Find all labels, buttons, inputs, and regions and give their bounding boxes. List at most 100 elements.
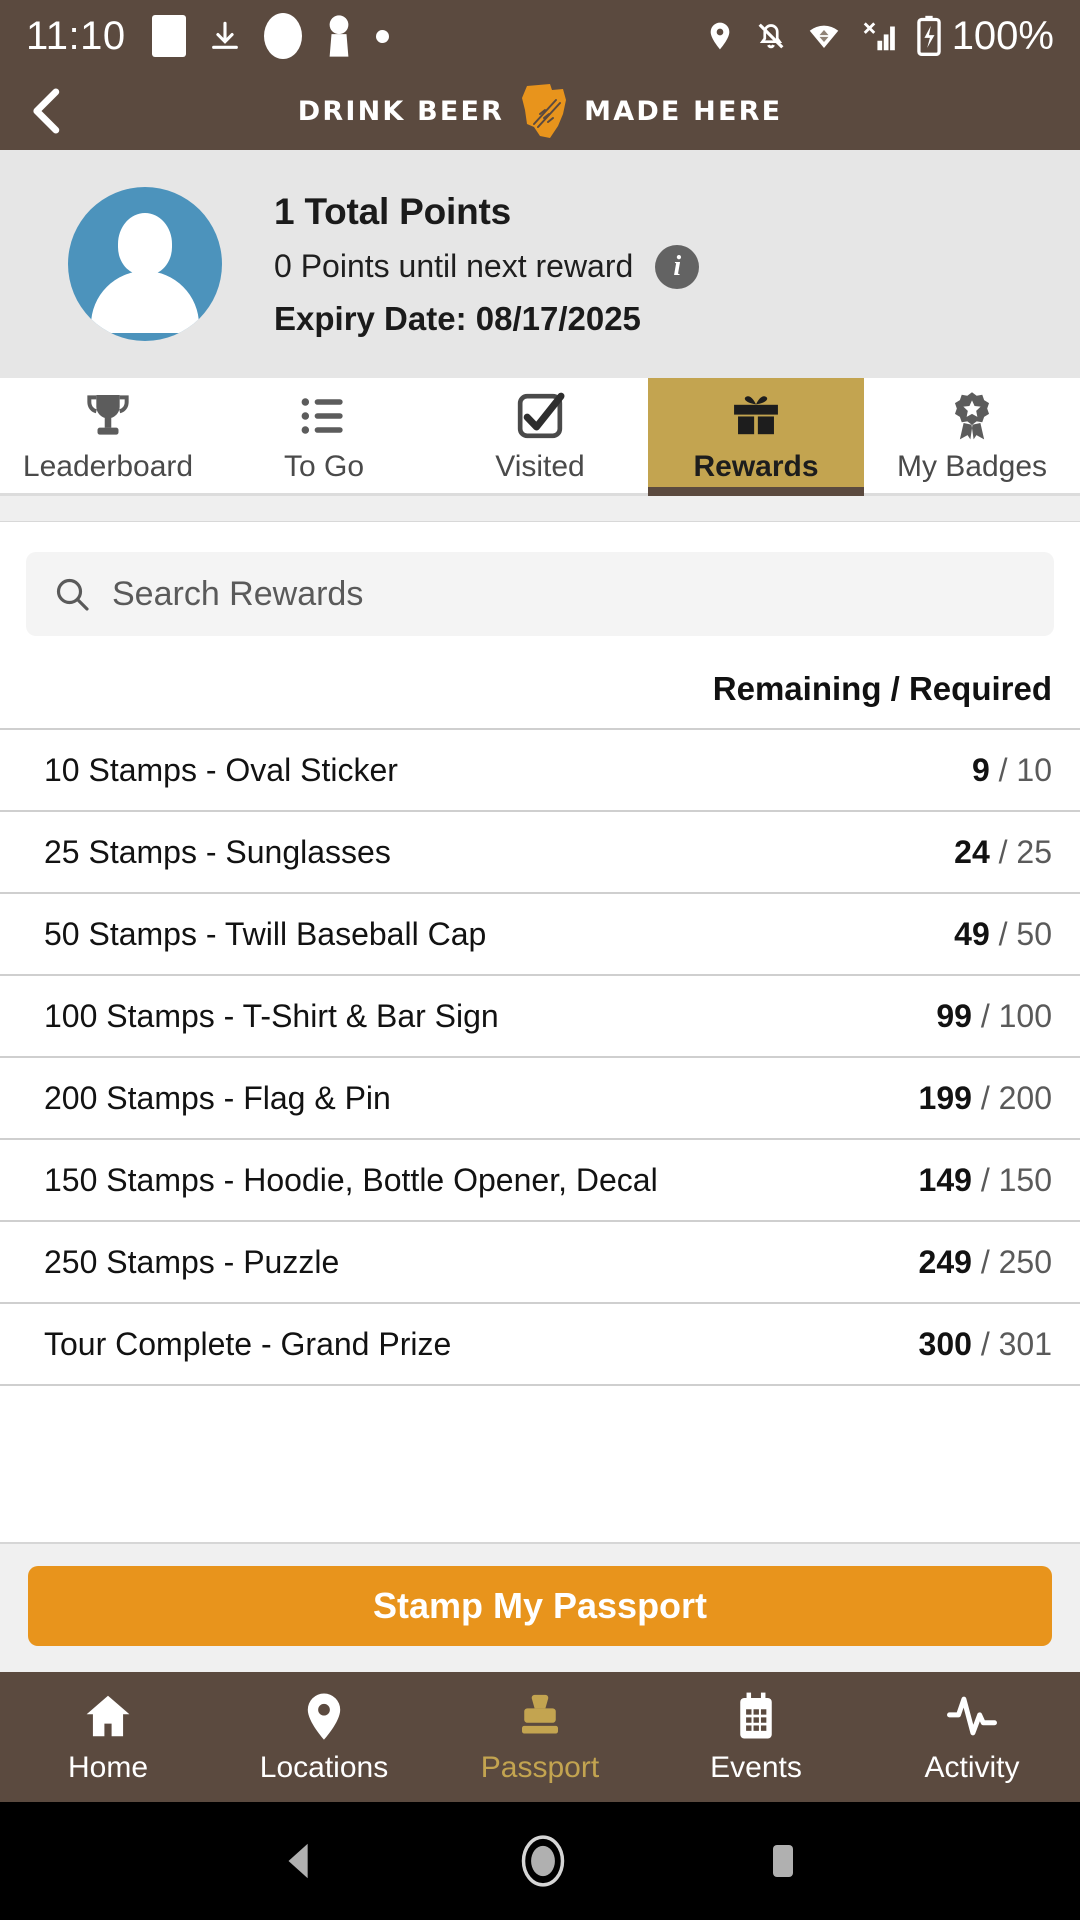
reward-required: 50 bbox=[1016, 915, 1052, 952]
stamp-icon bbox=[522, 1694, 558, 1734]
table-row[interactable]: 150 Stamps - Hoodie, Bottle Opener, Deca… bbox=[0, 1140, 1080, 1222]
reward-name: 150 Stamps - Hoodie, Bottle Opener, Deca… bbox=[44, 1161, 658, 1198]
tab-my-badges[interactable]: My Badges bbox=[864, 378, 1080, 493]
info-icon[interactable]: i bbox=[655, 244, 700, 289]
location-pin-icon bbox=[710, 22, 730, 50]
avatar-body-shape bbox=[91, 271, 199, 333]
table-row[interactable]: 10 Stamps - Oval Sticker 9 / 10 bbox=[0, 730, 1080, 812]
app-header: DRINK BEER MADE HERE bbox=[0, 72, 1080, 150]
nav-item-activity[interactable]: Activity bbox=[864, 1672, 1080, 1802]
profile-summary-panel: 1 Total Points 0 Points until next rewar… bbox=[0, 150, 1080, 378]
tab-label: To Go bbox=[283, 449, 365, 483]
gift-icon bbox=[734, 395, 778, 434]
rewards-content: Search Rewards Remaining / Required 10 S… bbox=[0, 522, 1080, 1542]
home-icon bbox=[86, 1695, 130, 1737]
android-back-icon bbox=[288, 1843, 308, 1879]
reward-progress: 300 / 301 bbox=[918, 1325, 1052, 1362]
nav-item-locations[interactable]: Locations bbox=[216, 1672, 432, 1802]
checkbox-check-icon bbox=[517, 392, 565, 438]
map-pin-icon bbox=[307, 1693, 341, 1740]
reward-progress: 99 / 100 bbox=[936, 997, 1052, 1034]
table-row[interactable]: 200 Stamps - Flag & Pin 199 / 200 bbox=[0, 1058, 1080, 1140]
user-avatar-icon[interactable] bbox=[68, 187, 222, 341]
reward-remaining: 199 bbox=[918, 1079, 972, 1116]
tab-label: My Badges bbox=[896, 449, 1048, 483]
app-root: 11:10 100% DRINK BEER MADE HERE 1 Total … bbox=[0, 0, 1080, 1920]
table-row[interactable]: 250 Stamps - Puzzle 249 / 250 bbox=[0, 1222, 1080, 1304]
battery-percent-label: 100% bbox=[951, 13, 1054, 58]
android-recents-icon bbox=[773, 1845, 793, 1877]
badge-ribbon-icon bbox=[954, 391, 990, 439]
search-input[interactable]: Search Rewards bbox=[26, 552, 1054, 636]
reward-required: 10 bbox=[1016, 751, 1052, 788]
logo-text-right: MADE HERE bbox=[584, 95, 783, 127]
calendar-icon bbox=[740, 1692, 772, 1739]
reward-required: 150 bbox=[998, 1161, 1052, 1198]
points-info-block: 1 Total Points 0 Points until next rewar… bbox=[274, 191, 700, 338]
passport-tab-bar: Leaderboard To Go Visited Rewards My Bad… bbox=[0, 378, 1080, 496]
status-bar-notification-icons bbox=[151, 13, 389, 59]
reward-progress: 9 / 10 bbox=[971, 751, 1052, 788]
reward-required: 25 bbox=[1016, 833, 1052, 870]
tab-label: Leaderboard bbox=[22, 449, 194, 483]
tab-to-go[interactable]: To Go bbox=[216, 378, 432, 493]
nav-item-passport[interactable]: Passport bbox=[432, 1672, 648, 1802]
reward-name: 250 Stamps - Puzzle bbox=[44, 1243, 340, 1280]
reward-remaining: 9 bbox=[971, 751, 990, 788]
reward-required: 100 bbox=[998, 997, 1052, 1034]
cta-container: Stamp My Passport bbox=[0, 1542, 1080, 1672]
trophy-icon bbox=[87, 394, 129, 435]
table-row[interactable]: 25 Stamps - Sunglasses 24 / 25 bbox=[0, 812, 1080, 894]
reward-remaining: 24 bbox=[954, 833, 990, 870]
stamp-my-passport-button[interactable]: Stamp My Passport bbox=[28, 1566, 1052, 1646]
table-row[interactable]: Tour Complete - Grand Prize 300 / 301 bbox=[0, 1304, 1080, 1386]
search-placeholder: Search Rewards bbox=[112, 574, 364, 613]
reward-progress: 24 / 25 bbox=[954, 833, 1052, 870]
android-home-button[interactable] bbox=[517, 1832, 569, 1890]
tab-label: Visited bbox=[495, 449, 585, 483]
android-recents-button[interactable] bbox=[763, 1836, 803, 1886]
tab-rewards[interactable]: Rewards bbox=[648, 378, 864, 496]
android-system-nav bbox=[0, 1802, 1080, 1920]
points-until-next-label: 0 Points until next reward bbox=[274, 248, 634, 284]
nav-item-home[interactable]: Home bbox=[0, 1672, 216, 1802]
reward-progress: 149 / 150 bbox=[918, 1161, 1052, 1198]
table-row[interactable]: 100 Stamps - T-Shirt & Bar Sign 99 / 100 bbox=[0, 976, 1080, 1058]
download-icon bbox=[211, 21, 238, 49]
nav-label: Home bbox=[67, 1751, 149, 1784]
tab-leaderboard[interactable]: Leaderboard bbox=[0, 378, 216, 493]
reward-progress: 199 / 200 bbox=[918, 1079, 1052, 1116]
status-bar-system-icons bbox=[704, 14, 942, 58]
back-button[interactable] bbox=[0, 72, 96, 150]
reward-remaining: 99 bbox=[936, 997, 972, 1034]
nav-label: Locations bbox=[259, 1751, 389, 1784]
chevron-left-icon bbox=[33, 88, 60, 134]
reward-name: Tour Complete - Grand Prize bbox=[44, 1325, 452, 1362]
table-row[interactable]: 50 Stamps - Twill Baseball Cap 49 / 50 bbox=[0, 894, 1080, 976]
tab-label: Rewards bbox=[693, 449, 819, 483]
nav-item-events[interactable]: Events bbox=[648, 1672, 864, 1802]
scroll-indicator-strip[interactable] bbox=[0, 496, 1080, 522]
battery-charging-icon bbox=[916, 15, 941, 56]
reward-name: 25 Stamps - Sunglasses bbox=[44, 833, 391, 870]
android-home-icon bbox=[521, 1835, 565, 1887]
tab-visited[interactable]: Visited bbox=[432, 378, 648, 493]
keyhole-icon bbox=[329, 15, 349, 57]
bottom-navigation-bar: Home Locations Passport Events Activity bbox=[0, 1672, 1080, 1802]
oval-icon bbox=[263, 13, 302, 59]
rewards-list: 10 Stamps - Oval Sticker 9 / 10 25 Stamp… bbox=[0, 728, 1080, 1386]
nav-label: Activity bbox=[924, 1751, 1020, 1784]
status-bar-clock: 11:10 bbox=[26, 13, 126, 58]
notifications-off-icon bbox=[758, 23, 784, 49]
nav-label: Passport bbox=[480, 1751, 600, 1784]
nav-label: Events bbox=[710, 1751, 802, 1784]
reward-progress: 249 / 250 bbox=[918, 1243, 1052, 1280]
list-icon bbox=[301, 397, 343, 434]
logo-text-left: DRINK BEER bbox=[297, 95, 505, 127]
signal-bars-icon bbox=[863, 22, 895, 51]
reward-required: 301 bbox=[998, 1325, 1052, 1362]
android-back-button[interactable] bbox=[277, 1836, 323, 1886]
reward-required: 250 bbox=[998, 1243, 1052, 1280]
ohio-wheat-logo-icon bbox=[522, 84, 567, 138]
pulse-icon bbox=[947, 1696, 997, 1736]
